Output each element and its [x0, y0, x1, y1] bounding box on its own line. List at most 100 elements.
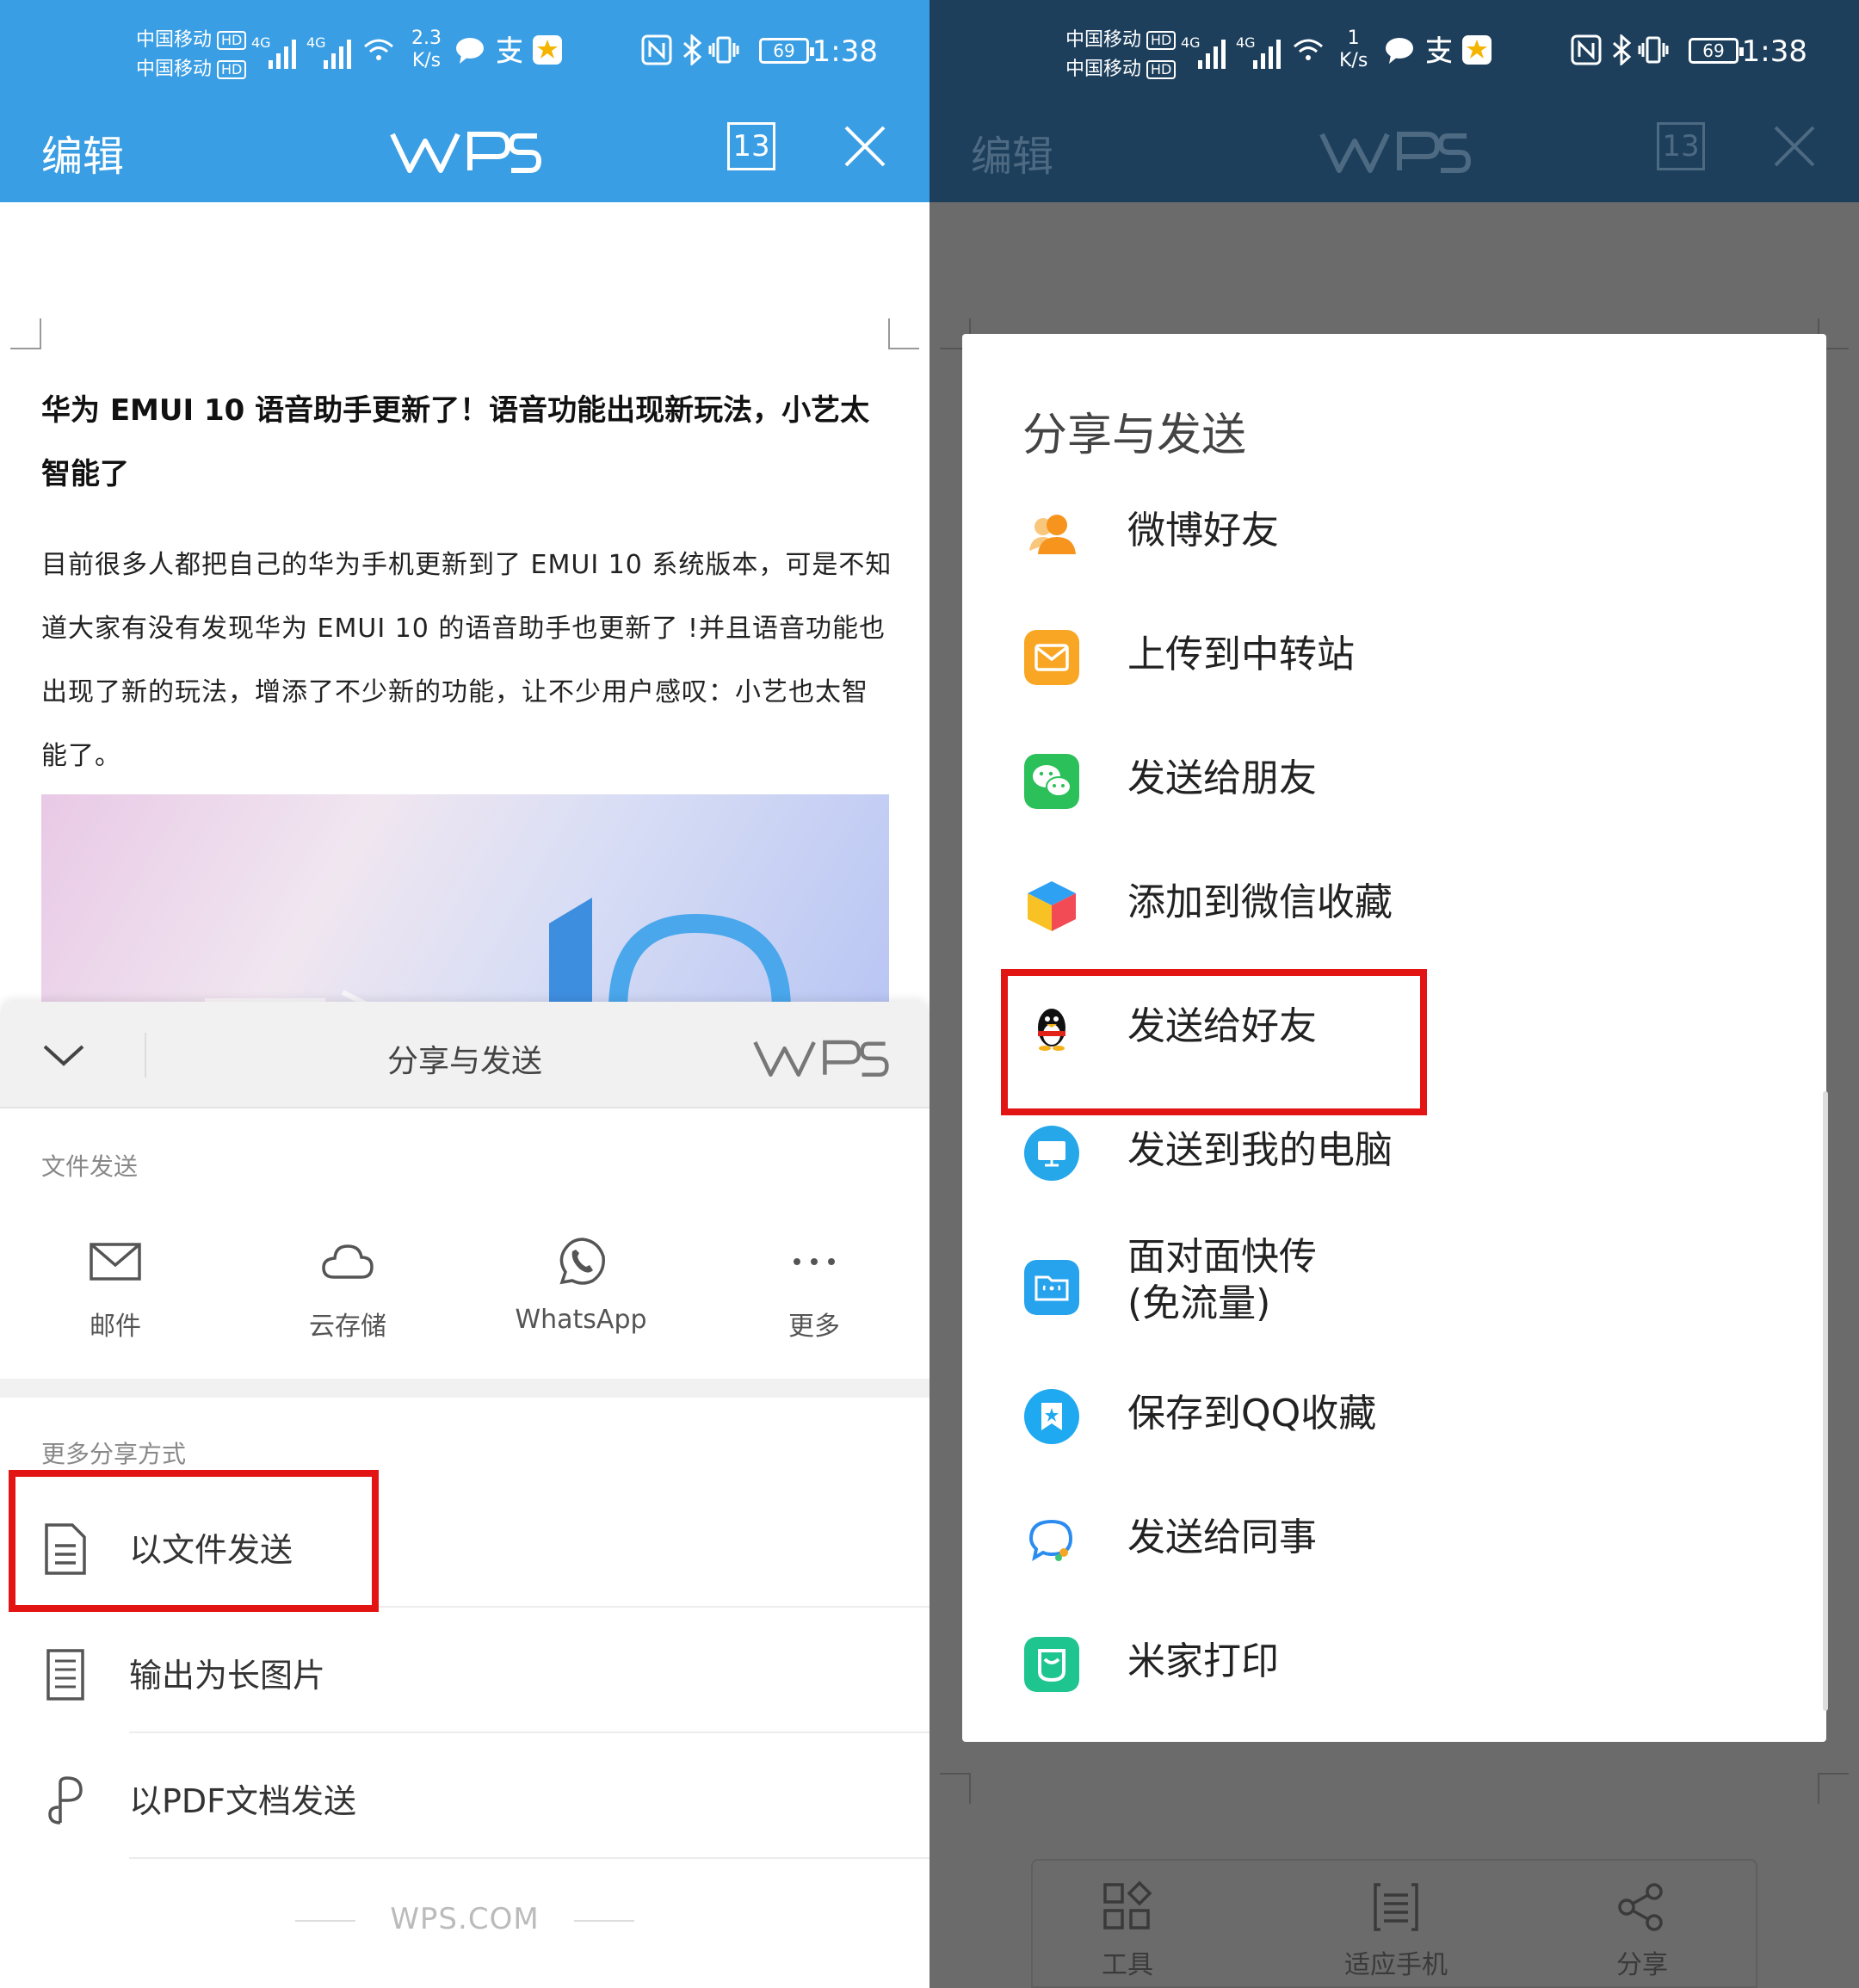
option-label: 发送给同事 [1127, 1516, 1317, 1559]
alipay-icon [1426, 36, 1452, 64]
speed-value: 2.3 [411, 28, 442, 49]
top-toolbar-dimmed: 编辑 13 [930, 103, 1859, 202]
more-share-section-label: 更多分享方式 [41, 1440, 187, 1468]
send-as-pdf-item[interactable]: 以PDF文档发送 [0, 1733, 930, 1859]
quick-share-label: 更多 [788, 1312, 840, 1342]
signal-icon [324, 33, 358, 69]
emui-banner-graphic [205, 898, 791, 1009]
close-icon[interactable] [839, 120, 891, 172]
wifi-icon [364, 39, 393, 60]
hd-badge: HD [217, 60, 247, 79]
share-sheet-header: 分享与发送 [0, 1002, 930, 1108]
carrier-2: 中国移动 [136, 59, 213, 80]
mijia-print-icon [1024, 1637, 1079, 1692]
clock: 1:38 [812, 34, 878, 69]
long-image-icon [46, 1649, 84, 1701]
network-speed: 1 K/s [1339, 28, 1368, 72]
my-computer-icon [1024, 1126, 1079, 1181]
quick-share-mail[interactable]: 邮件 [12, 1234, 219, 1343]
pdf-icon [48, 1776, 83, 1824]
wps-logo [1319, 132, 1472, 173]
bottom-tools-button: 工具 [1033, 1880, 1222, 1981]
option-label: 上传到中转站 [1127, 633, 1355, 676]
vibrate-icon [708, 36, 739, 64]
status-bar: 中国移动 HD 中国移动 HD 4G 4G 2.3 K/s 69 1:38 [0, 0, 930, 103]
carrier-1: 中国移动 [136, 29, 213, 51]
bottom-share-button: 分享 [1547, 1880, 1737, 1981]
highlight-box-send-to-qq-friend [1001, 969, 1427, 1115]
quick-share-label: 云存储 [309, 1312, 386, 1342]
wechat-icon [1024, 754, 1079, 809]
page-corner-mark [1818, 1773, 1849, 1804]
option-label: 保存到QQ收藏 [1127, 1392, 1377, 1435]
speed-value: 1 [1347, 28, 1360, 49]
close-icon [1774, 126, 1815, 167]
nfc-icon [1571, 34, 1602, 65]
signal-icon [269, 33, 303, 69]
tools-grid-icon [1103, 1880, 1152, 1929]
mail-icon [90, 1243, 141, 1281]
quick-share-whatsapp[interactable]: WhatsApp [478, 1234, 684, 1335]
status-bar: 中国移动 HD 中国移动 HD 4G 4G 1 K/s 69 1:38 [930, 0, 1859, 103]
option-face-to-face[interactable]: 面对面快传 (免流量) [962, 1215, 1826, 1360]
export-long-image-item[interactable]: 输出为长图片 [0, 1608, 930, 1733]
top-toolbar: 编辑 13 [0, 103, 930, 202]
hd-badge: HD [1146, 60, 1177, 79]
signal-icon [1253, 33, 1288, 69]
nfc-icon [641, 34, 672, 65]
send-as-pdf-label: 以PDF文档发送 [129, 1782, 357, 1820]
face-to-face-icon [1024, 1260, 1079, 1315]
bluetooth-icon [1613, 34, 1632, 65]
export-long-image-label: 输出为长图片 [129, 1657, 326, 1695]
wechat-favorite-cube-icon [1028, 881, 1076, 931]
file-send-section-label: 文件发送 [41, 1152, 139, 1181]
message-bubble-icon [1386, 38, 1413, 64]
option-label: 添加到微信收藏 [1127, 880, 1393, 924]
option-label: 微博好友 [1127, 509, 1279, 553]
option-add-wechat-favorite[interactable]: 添加到微信收藏 [962, 843, 1826, 967]
dialog-scrollbar[interactable] [1823, 1091, 1828, 1711]
highlight-box-send-as-file [9, 1470, 379, 1612]
option-mijia-print[interactable]: 米家打印 [962, 1602, 1826, 1726]
page-corner-mark [10, 318, 41, 349]
left-screen: 中国移动 HD 中国移动 HD 4G 4G 2.3 K/s 69 1:38 编辑 13 [0, 0, 930, 1988]
more-dots-icon [794, 1258, 835, 1265]
bottom-fit-phone-button: 适应手机 [1301, 1880, 1491, 1981]
message-bubble-icon [456, 38, 484, 64]
wifi-icon [1294, 39, 1323, 60]
quick-share-more[interactable]: 更多 [711, 1234, 917, 1343]
option-upload-transfer[interactable]: 上传到中转站 [962, 596, 1826, 719]
whatsapp-icon [559, 1238, 605, 1285]
hd-badge: HD [1146, 31, 1177, 50]
battery-indicator: 69 [1689, 38, 1744, 64]
signal-icon [1198, 33, 1232, 69]
bluetooth-icon [683, 34, 702, 65]
cloud-icon [322, 1244, 374, 1279]
row-divider [129, 1857, 930, 1859]
edit-button[interactable]: 编辑 [41, 122, 124, 182]
option-weibo-friend[interactable]: 微博好友 [962, 472, 1826, 596]
wps-logo [753, 1040, 889, 1077]
network-speed: 2.3 K/s [411, 28, 442, 72]
share-dialog-title: 分享与发送 [1022, 410, 1247, 461]
tab-count-button[interactable]: 13 [727, 122, 775, 170]
carrier-2: 中国移动 [1065, 59, 1142, 80]
bottom-toolbar-dimmed: 工具 适应手机 分享 [1031, 1859, 1757, 1988]
page-corner-mark [888, 318, 919, 349]
option-save-qq-favorite[interactable]: 保存到QQ收藏 [962, 1355, 1826, 1479]
hd-badge: HD [217, 31, 247, 50]
quick-share-cloud[interactable]: 云存储 [244, 1234, 451, 1343]
wps-logo [390, 132, 542, 173]
fit-phone-icon [1374, 1883, 1418, 1931]
carrier-info: 中国移动 HD 中国移动 HD [1065, 26, 1177, 84]
speed-unit: K/s [1339, 50, 1368, 71]
option-send-to-colleague[interactable]: 发送给同事 [962, 1479, 1826, 1602]
clock: 1:38 [1741, 34, 1807, 69]
bottom-share-label: 分享 [1616, 1950, 1668, 1980]
vibrate-icon [1638, 36, 1669, 64]
app-notification-icon [1462, 35, 1492, 65]
mail-transfer-icon [1024, 630, 1079, 685]
document-paragraph: 目前很多人都把自己的华为手机更新到了 EMUI 10 系统版本，可是不知道大家有… [41, 550, 892, 771]
option-send-to-friend-wechat[interactable]: 发送给朋友 [962, 719, 1826, 843]
share-icon [1618, 1883, 1663, 1931]
